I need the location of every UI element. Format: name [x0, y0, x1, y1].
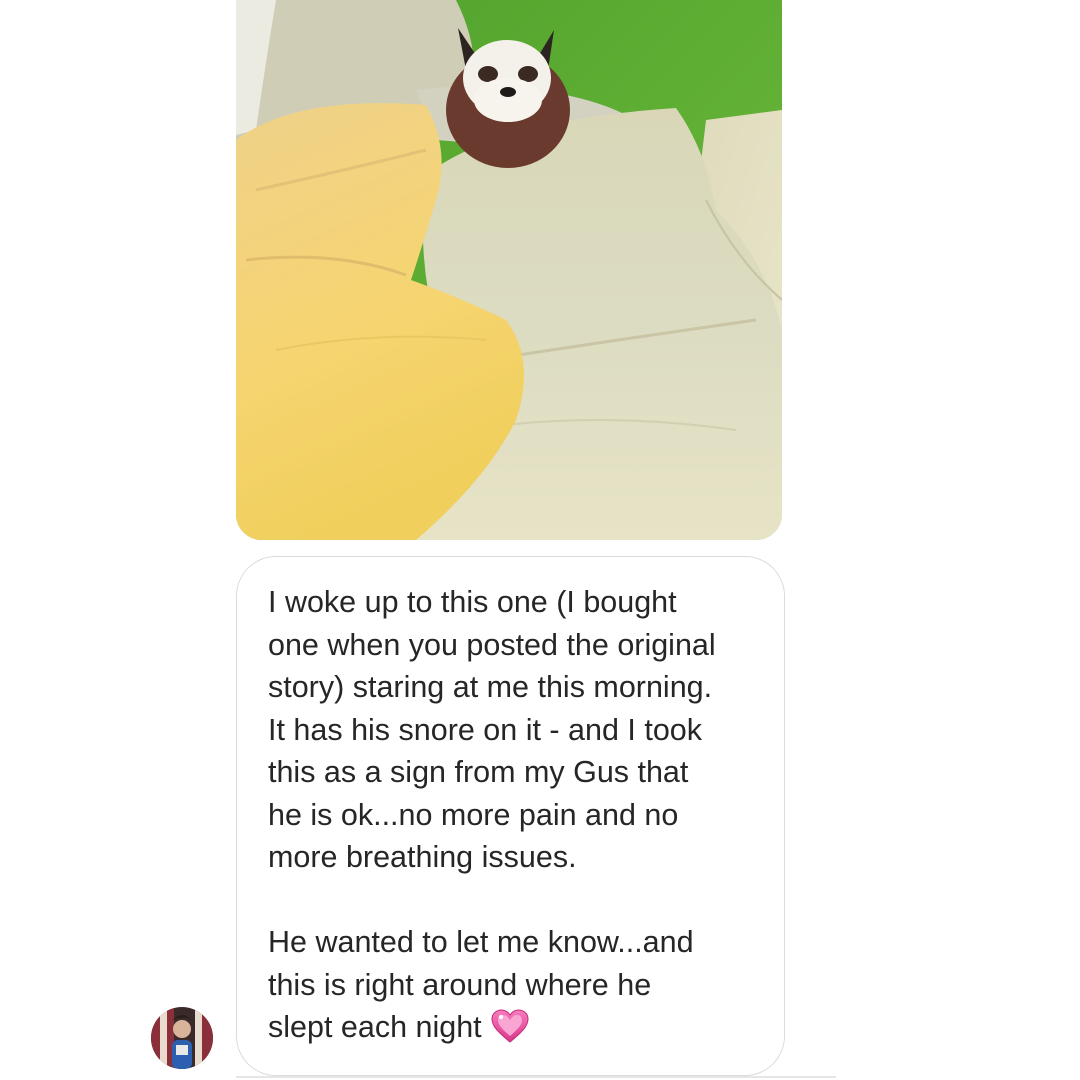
divider [236, 1076, 836, 1078]
message-line: this is right around where he [268, 967, 652, 1002]
message-thread: I woke up to this one (I bought one when… [0, 0, 1080, 1080]
message-line: He wanted to let me know...and [268, 925, 694, 959]
text-message-bubble[interactable]: I woke up to this one (I bought one when… [236, 556, 785, 1076]
message-line: I woke up to this one (I bought [268, 585, 677, 619]
photo-message[interactable] [236, 0, 782, 540]
sender-avatar[interactable] [151, 1007, 213, 1069]
message-line: more breathing issues. [268, 840, 577, 874]
message-line: story) staring at me this morning. [268, 670, 713, 704]
bed-photo-image [236, 0, 782, 540]
message-line-last: slept each night [268, 1006, 754, 1049]
avatar-image [151, 1007, 213, 1069]
message-line: one when you posted the original [268, 627, 716, 662]
message-line: he is ok...no more pain and no [268, 797, 679, 832]
message-line: this as a sign from my Gus that [268, 755, 689, 789]
sparkling-heart-icon [490, 1008, 530, 1044]
message-line: It has his snore on it - and I took [268, 712, 703, 747]
message-line-text: slept each night [268, 1010, 482, 1044]
